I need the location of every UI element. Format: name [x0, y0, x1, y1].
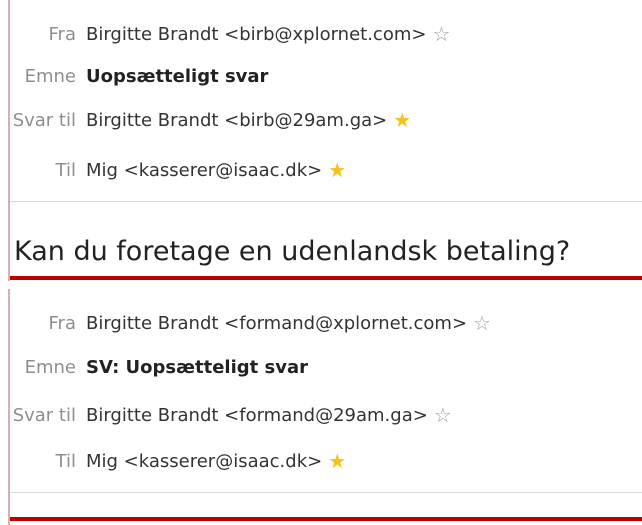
from-label: Fra: [48, 312, 76, 334]
star-outline-icon[interactable]: ☆: [434, 405, 452, 425]
subject-value: SV: Uopsætteligt svar: [86, 356, 308, 378]
star-filled-icon[interactable]: ★: [328, 451, 346, 471]
reply-to-value[interactable]: Birgitte Brandt <birb@29am.ga>: [86, 110, 387, 131]
from-row: Fra Birgitte Brandt <birb@xplornet.com> …: [0, 14, 451, 54]
to-value[interactable]: Mig <kasserer@isaac.dk>: [86, 451, 322, 472]
email-header-1: Fra Birgitte Brandt <birb@xplornet.com> …: [0, 0, 642, 281]
from-label: Fra: [48, 23, 76, 45]
star-outline-icon[interactable]: ☆: [473, 313, 491, 333]
subject-label: Emne: [24, 356, 76, 378]
subject-value: Uopsætteligt svar: [86, 65, 269, 87]
email-header-2: Fra Birgitte Brandt <formand@xplornet.co…: [0, 289, 642, 525]
reply-to-row: Svar til Birgitte Brandt <formand@29am.g…: [0, 395, 452, 435]
subject-label: Emne: [24, 65, 76, 87]
to-row: Til Mig <kasserer@isaac.dk> ★: [0, 150, 347, 190]
from-row: Fra Birgitte Brandt <formand@xplornet.co…: [0, 303, 491, 343]
subject-row: Emne Uopsætteligt svar: [0, 56, 269, 96]
from-value[interactable]: Birgitte Brandt <formand@xplornet.com>: [86, 313, 467, 334]
reply-to-value[interactable]: Birgitte Brandt <formand@29am.ga>: [86, 405, 428, 426]
reply-to-row: Svar til Birgitte Brandt <birb@29am.ga> …: [0, 100, 411, 140]
red-separator-bar: [10, 276, 642, 280]
star-outline-icon[interactable]: ☆: [432, 24, 450, 44]
to-value[interactable]: Mig <kasserer@isaac.dk>: [86, 160, 322, 181]
to-label: Til: [55, 450, 76, 472]
red-separator-bar: [10, 517, 642, 521]
star-filled-icon[interactable]: ★: [328, 160, 346, 180]
to-row: Til Mig <kasserer@isaac.dk> ★: [0, 441, 347, 481]
from-value[interactable]: Birgitte Brandt <birb@xplornet.com>: [86, 24, 426, 45]
subject-row: Emne SV: Uopsætteligt svar: [0, 347, 308, 387]
reply-to-label: Svar til: [12, 404, 76, 426]
star-filled-icon[interactable]: ★: [393, 110, 411, 130]
header-divider: [10, 492, 642, 493]
reply-to-label: Svar til: [12, 109, 76, 131]
to-label: Til: [55, 159, 76, 181]
body-preview: Kan du foretage en udenlandsk betaling?: [14, 236, 571, 267]
header-divider: [10, 201, 642, 202]
